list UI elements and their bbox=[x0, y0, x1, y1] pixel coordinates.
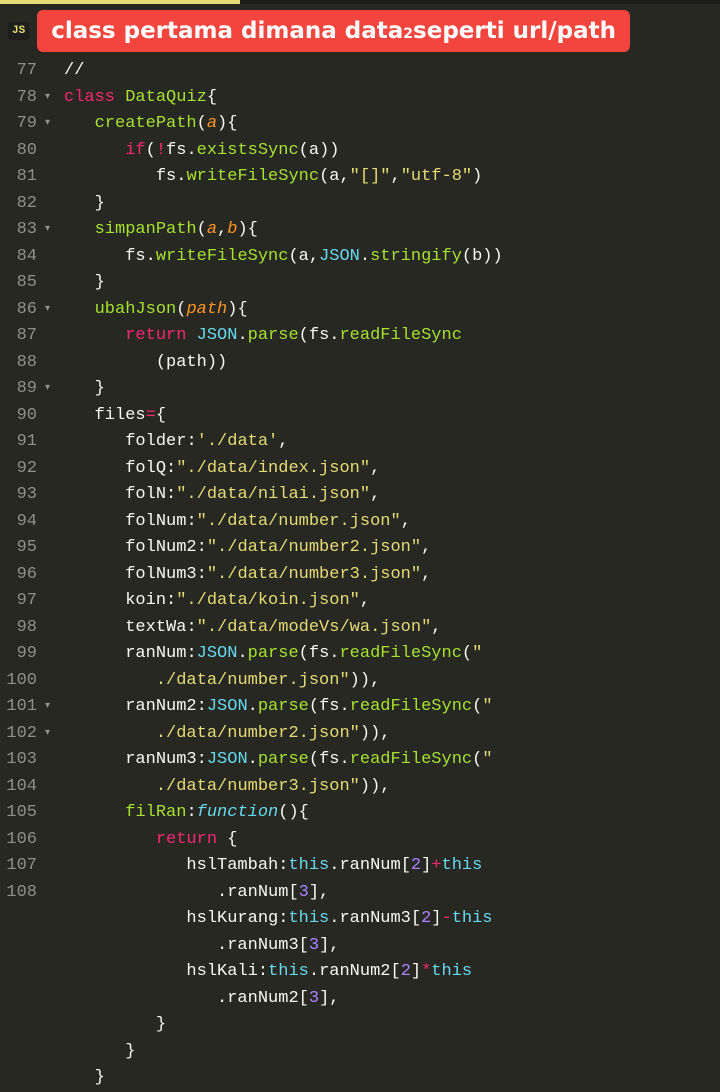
line-number: 91 bbox=[0, 429, 50, 456]
code-line: hslKurang:this.ranNum3[2]-this bbox=[64, 906, 720, 933]
line-number: 93 bbox=[0, 482, 50, 509]
line-number: 88 bbox=[0, 350, 50, 377]
line-number: 86▾ bbox=[0, 297, 50, 324]
code-line: .ranNum3[3], bbox=[64, 933, 720, 960]
code-line: ./data/number2.json")), bbox=[64, 721, 720, 748]
code-line: return JSON.parse(fs.readFileSync bbox=[64, 323, 720, 350]
line-number: 103 bbox=[0, 747, 50, 774]
fold-icon[interactable]: ▾ bbox=[40, 217, 50, 244]
editor-header: JS class pertama dimana data2 seperti ur… bbox=[0, 4, 720, 58]
code-line: folder:'./data', bbox=[64, 429, 720, 456]
line-number: 82 bbox=[0, 191, 50, 218]
line-number: 92 bbox=[0, 456, 50, 483]
code-line: ranNum:JSON.parse(fs.readFileSync(" bbox=[64, 641, 720, 668]
line-number: 105 bbox=[0, 800, 50, 827]
code-line: hslKali:this.ranNum2[2]*this bbox=[64, 959, 720, 986]
line-number: 102▾ bbox=[0, 721, 50, 748]
code-editor[interactable]: 7778▾79▾80818283▾848586▾878889▾909192939… bbox=[0, 58, 720, 1092]
code-line: if(!fs.existsSync(a)) bbox=[64, 138, 720, 165]
fold-icon[interactable]: ▾ bbox=[40, 297, 50, 324]
code-line: createPath(a){ bbox=[64, 111, 720, 138]
code-line: } bbox=[64, 191, 720, 218]
line-number: 94 bbox=[0, 509, 50, 536]
fold-icon[interactable]: ▾ bbox=[40, 694, 50, 721]
code-line: ./data/number.json")), bbox=[64, 668, 720, 695]
code-line: ubahJson(path){ bbox=[64, 297, 720, 324]
line-number: 77 bbox=[0, 58, 50, 85]
line-number: 101▾ bbox=[0, 694, 50, 721]
code-line: koin:"./data/koin.json", bbox=[64, 588, 720, 615]
code-content[interactable]: //class DataQuiz{ createPath(a){ if(!fs.… bbox=[60, 58, 720, 1092]
code-line: simpanPath(a,b){ bbox=[64, 217, 720, 244]
fold-icon[interactable]: ▾ bbox=[40, 111, 50, 138]
fold-icon[interactable]: ▾ bbox=[40, 721, 50, 748]
line-number: 87 bbox=[0, 323, 50, 350]
line-number: 106 bbox=[0, 827, 50, 854]
code-line: } bbox=[64, 1012, 720, 1039]
line-number: 81 bbox=[0, 164, 50, 191]
code-line: // bbox=[64, 58, 720, 85]
code-line: return { bbox=[64, 827, 720, 854]
line-number: 104 bbox=[0, 774, 50, 801]
code-line: hslTambah:this.ranNum[2]+this bbox=[64, 853, 720, 880]
line-number: 78▾ bbox=[0, 85, 50, 112]
code-line: class DataQuiz{ bbox=[64, 85, 720, 112]
fold-icon[interactable]: ▾ bbox=[40, 85, 50, 112]
code-line: ranNum2:JSON.parse(fs.readFileSync(" bbox=[64, 694, 720, 721]
code-line: folNum3:"./data/number3.json", bbox=[64, 562, 720, 589]
code-line: } bbox=[64, 270, 720, 297]
line-number: 99 bbox=[0, 641, 50, 668]
fold-icon[interactable]: ▾ bbox=[40, 376, 50, 403]
line-number: 83▾ bbox=[0, 217, 50, 244]
line-number: 98 bbox=[0, 615, 50, 642]
code-line: filRan:function(){ bbox=[64, 800, 720, 827]
line-number: 108 bbox=[0, 880, 50, 907]
line-number-gutter: 7778▾79▾80818283▾848586▾878889▾909192939… bbox=[0, 58, 60, 1092]
line-number: 95 bbox=[0, 535, 50, 562]
line-number: 89▾ bbox=[0, 376, 50, 403]
line-number: 90 bbox=[0, 403, 50, 430]
code-line: folNum:"./data/number.json", bbox=[64, 509, 720, 536]
code-line: fs.writeFileSync(a,JSON.stringify(b)) bbox=[64, 244, 720, 271]
line-number: 107 bbox=[0, 853, 50, 880]
code-line: folQ:"./data/index.json", bbox=[64, 456, 720, 483]
code-line: textWa:"./data/modeVs/wa.json", bbox=[64, 615, 720, 642]
code-line: ./data/number3.json")), bbox=[64, 774, 720, 801]
banner-text-suffix: seperti url/path bbox=[413, 18, 616, 44]
line-number: 100 bbox=[0, 668, 50, 695]
js-file-icon: JS bbox=[8, 22, 29, 40]
active-tab-indicator bbox=[0, 0, 240, 4]
banner-superscript: 2 bbox=[403, 26, 413, 42]
code-line: files={ bbox=[64, 403, 720, 430]
code-line: folNum2:"./data/number2.json", bbox=[64, 535, 720, 562]
code-line: (path)) bbox=[64, 350, 720, 377]
code-line: } bbox=[64, 1065, 720, 1092]
annotation-banner: class pertama dimana data2 seperti url/p… bbox=[37, 10, 630, 52]
code-line: .ranNum[3], bbox=[64, 880, 720, 907]
line-number: 79▾ bbox=[0, 111, 50, 138]
code-line: } bbox=[64, 376, 720, 403]
line-number: 84 bbox=[0, 244, 50, 271]
code-line: fs.writeFileSync(a,"[]","utf-8") bbox=[64, 164, 720, 191]
banner-text-prefix: class pertama dimana data bbox=[51, 18, 403, 44]
line-number: 85 bbox=[0, 270, 50, 297]
code-line: } bbox=[64, 1039, 720, 1066]
code-line: ranNum3:JSON.parse(fs.readFileSync(" bbox=[64, 747, 720, 774]
line-number: 97 bbox=[0, 588, 50, 615]
line-number: 96 bbox=[0, 562, 50, 589]
code-line: folN:"./data/nilai.json", bbox=[64, 482, 720, 509]
line-number: 80 bbox=[0, 138, 50, 165]
